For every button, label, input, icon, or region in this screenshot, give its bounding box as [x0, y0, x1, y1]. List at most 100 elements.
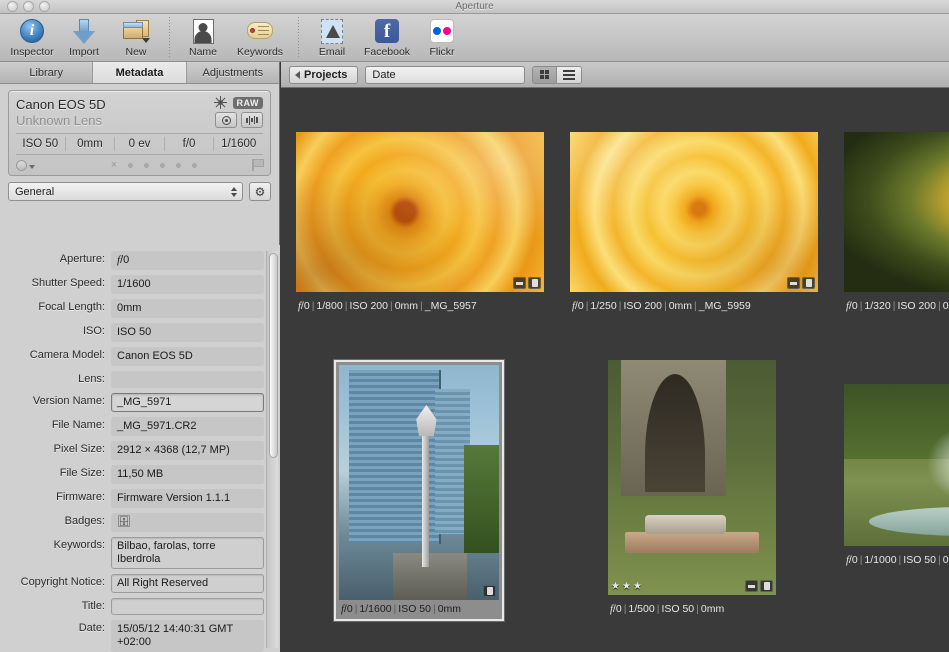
- document-badge-icon: [528, 277, 541, 289]
- metadata-row: Pixel Size: 2912 × 4368 (12,7 MP): [6, 441, 264, 460]
- metadata-label: Focal Length:: [38, 301, 105, 313]
- gear-icon[interactable]: ⚙: [249, 182, 271, 201]
- metadata-value: 0mm: [111, 299, 264, 318]
- metadata-value[interactable]: Bilbao, farolas, torre Iberdrola: [111, 537, 264, 569]
- metadata-row: File Name: _MG_5971.CR2: [6, 417, 264, 436]
- histogram-button[interactable]: [241, 112, 263, 128]
- photo-cell[interactable]: f/0|1/320|ISO 200|0m: [844, 132, 949, 318]
- metadata-row: Lens:: [6, 371, 264, 388]
- document-badge-icon: [760, 580, 773, 592]
- list-view-button[interactable]: [557, 66, 582, 83]
- rating-dot-3[interactable]: [160, 162, 166, 168]
- toolbar-button-keywords[interactable]: Keywords: [229, 14, 291, 62]
- metadata-row: Shutter Speed: 1/1600: [6, 275, 264, 294]
- rating-dot-4[interactable]: [176, 162, 182, 168]
- tab-adjustments[interactable]: Adjustments: [186, 62, 279, 83]
- metadata-value[interactable]: [111, 598, 264, 615]
- toolbar-button-facebook[interactable]: f Facebook: [358, 14, 416, 62]
- color-label-picker[interactable]: [16, 159, 56, 171]
- grid-view-button[interactable]: [533, 66, 558, 83]
- badge-overlay: [745, 580, 773, 592]
- lens-text: Unknown Lens: [16, 112, 102, 128]
- rating-dot-5[interactable]: [192, 162, 198, 168]
- focus-point-button[interactable]: [215, 112, 237, 128]
- toolbar-button-import[interactable]: Import: [58, 14, 110, 62]
- metadata-value: _MG_5971.CR2: [111, 417, 264, 436]
- inspector-tabs: Library Metadata Adjustments: [0, 62, 279, 84]
- download-arrow-icon: [73, 18, 95, 44]
- metadata-view-select[interactable]: General: [8, 182, 243, 201]
- exif-aperture: f/0: [165, 137, 215, 151]
- toolbar-separator: [298, 17, 299, 57]
- toolbar-button-inspector[interactable]: i Inspector: [6, 14, 58, 62]
- photo-cell[interactable]: f/0 | 1/250 | ISO 200 | 0mm | _MG_5959: [570, 132, 818, 318]
- metadata-value[interactable]: _MG_5971: [111, 393, 264, 412]
- metadata-field-list: Aperture: f/0 Shutter Speed: 1/1600 Focal Le…: [0, 245, 280, 652]
- photo-cell[interactable]: f/0 | 1/1600 | ISO 50 | 0mm: [334, 360, 504, 621]
- photo-thumbnail[interactable]: [339, 365, 499, 600]
- metadata-value: [111, 371, 264, 388]
- document-badge-icon: [802, 277, 815, 289]
- metadata-label: Shutter Speed:: [31, 277, 105, 289]
- back-to-projects-button[interactable]: Projects: [289, 65, 359, 84]
- photo-thumbnail[interactable]: [844, 384, 949, 546]
- photo-image: [296, 132, 544, 292]
- tab-library[interactable]: Library: [0, 62, 94, 83]
- photo-thumbnail[interactable]: [570, 132, 818, 292]
- metadata-label: Lens:: [78, 373, 105, 385]
- badge-overlay: [483, 585, 496, 597]
- reject-icon[interactable]: ×: [111, 159, 117, 171]
- camera-summary-card: Canon EOS 5D Unknown Lens RAW ISO 50 0mm…: [8, 90, 271, 176]
- metadata-row: Version Name: _MG_5971: [6, 393, 264, 412]
- sort-select[interactable]: Date: [365, 65, 526, 84]
- metadata-value: f/0: [111, 251, 264, 270]
- rating-dot-1[interactable]: [128, 162, 134, 168]
- exif-shutter: 1/1600: [221, 138, 257, 150]
- toolbar-button-flickr[interactable]: Flickr: [416, 14, 468, 62]
- metadata-label: Keywords:: [53, 539, 105, 551]
- window-titlebar: Aperture: [0, 0, 949, 14]
- rating-dot-2[interactable]: [144, 162, 150, 168]
- photo-caption: f/0 | 1/500 | ISO 50 | 0mm: [610, 603, 725, 615]
- window-title: Aperture: [455, 1, 494, 12]
- inspector-panel: Library Metadata Adjustments Canon EOS 5…: [0, 62, 280, 652]
- toolbar-button-email[interactable]: Email: [306, 14, 358, 62]
- metadata-row: Camera Model: Canon EOS 5D: [6, 347, 264, 366]
- flag-icon[interactable]: [252, 159, 264, 171]
- toolbar-button-new[interactable]: New: [110, 14, 162, 62]
- exif-ev: 0 ev: [115, 137, 165, 151]
- adjust-badge-icon: [745, 580, 758, 592]
- metadata-value: ISO 50: [111, 323, 264, 342]
- star-rating[interactable]: ★★★: [611, 581, 644, 592]
- metadata-label: Copyright Notice:: [20, 576, 105, 588]
- info-icon: i: [20, 18, 44, 44]
- color-label-circle: [16, 159, 27, 171]
- exif-summary-row: ISO 50 0mm 0 ev f/0 1/1600: [16, 133, 263, 151]
- photo-thumbnail[interactable]: [844, 132, 949, 292]
- stepper-arrows-icon: [231, 186, 237, 197]
- toolbar-label-name: Name: [188, 46, 217, 58]
- toolbar-label-inspector: Inspector: [10, 46, 54, 58]
- white-balance-icon: [213, 96, 227, 109]
- toolbar-label-import: Import: [69, 46, 99, 58]
- toolbar-separator: [169, 17, 170, 57]
- gear-glyph: ⚙: [254, 184, 266, 199]
- photo-thumbnail[interactable]: [296, 132, 544, 292]
- metadata-value[interactable]: All Right Reserved: [111, 574, 264, 593]
- metadata-row: File Size: 11,50 MB: [6, 465, 264, 484]
- toolbar-label-email: Email: [318, 46, 346, 58]
- photo-thumbnail[interactable]: ★★★: [608, 360, 776, 595]
- metadata-label: Firmware:: [56, 491, 105, 503]
- metadata-scrollbar[interactable]: [266, 251, 278, 648]
- photo-cell[interactable]: f/0 | 1/800 | ISO 200 | 0mm | _MG_5957: [296, 132, 544, 318]
- rating-row: ×: [16, 154, 264, 172]
- photo-cell[interactable]: ★★★ f/0 | 1/500 | ISO 50 | 0mm: [608, 360, 776, 621]
- metadata-view-value: General: [15, 185, 55, 198]
- photo-cell[interactable]: f/0|1/1000|ISO 50|0m: [844, 384, 949, 572]
- flickr-icon: [430, 18, 454, 44]
- tab-metadata[interactable]: Metadata: [93, 62, 187, 83]
- toolbar-button-name[interactable]: Name: [177, 14, 229, 62]
- metadata-label: Version Name:: [32, 395, 105, 407]
- metadata-scrollbar-thumb[interactable]: [269, 253, 278, 458]
- camera-summary-wrap: Canon EOS 5D Unknown Lens RAW ISO 50 0mm…: [0, 84, 279, 176]
